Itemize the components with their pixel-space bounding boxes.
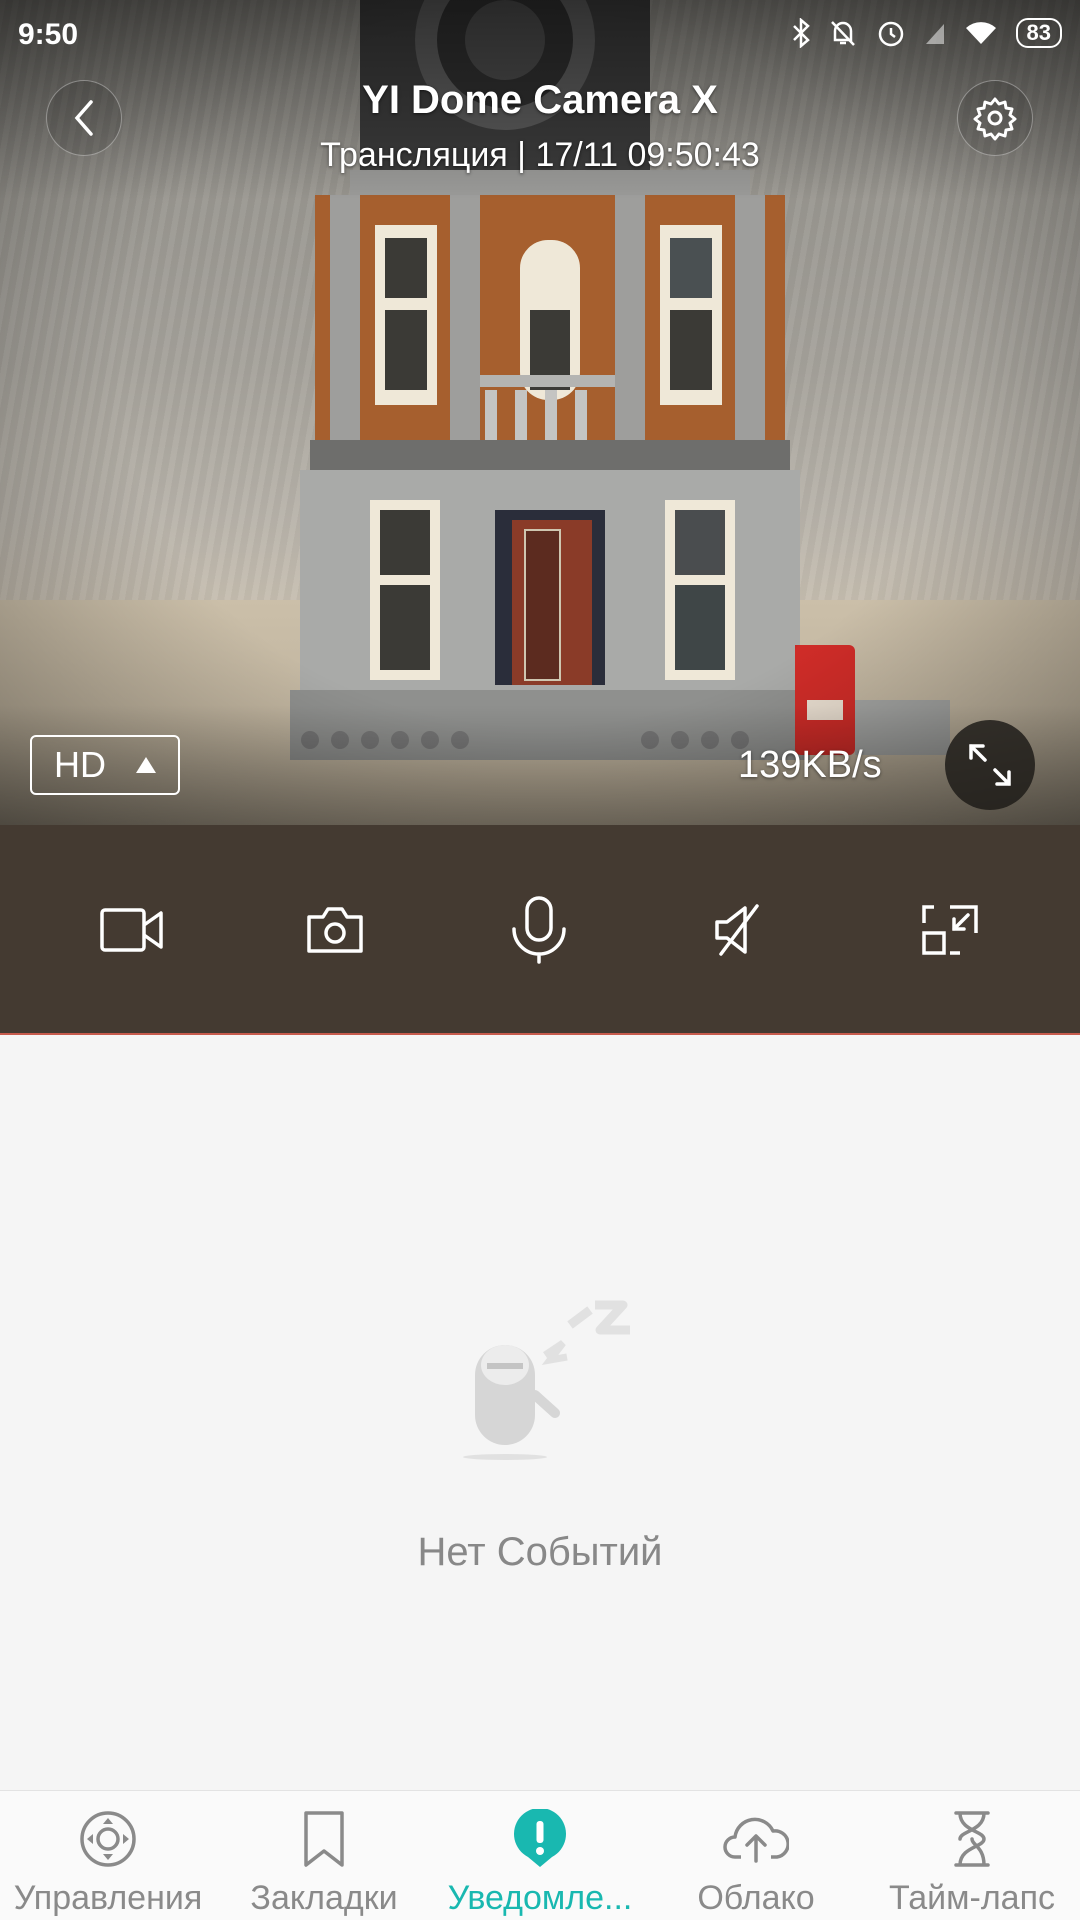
- status-time: 9:50: [18, 18, 79, 51]
- caret-up-icon: [136, 757, 156, 773]
- wifi-icon: [965, 22, 996, 44]
- microphone-icon: [512, 896, 566, 964]
- snapshot-button[interactable]: [290, 885, 380, 975]
- status-icons: 83: [792, 18, 1062, 48]
- nav-item-controls[interactable]: Управления: [0, 1791, 216, 1920]
- sleeping-mascot-icon: [463, 1300, 630, 1460]
- expand-icon: [969, 744, 1011, 786]
- nav-label-cloud: Облако: [697, 1879, 815, 1917]
- nav-item-timelapse[interactable]: Тайм-лапс: [864, 1791, 1080, 1920]
- quality-label: HD: [54, 744, 106, 785]
- nav-label-notifications: Уведомле...: [447, 1879, 633, 1917]
- empty-events-label: Нет Событий: [417, 1530, 663, 1574]
- nav-item-cloud[interactable]: Облако: [648, 1791, 864, 1920]
- bitrate-readout: 139KB/s: [738, 744, 882, 786]
- video-stream[interactable]: 9:50 83 YI Dome Camera X Трансляция | 17…: [0, 0, 1080, 825]
- status-bar: 9:50 83: [0, 0, 1080, 72]
- nav-label-controls: Управления: [13, 1879, 203, 1917]
- nav-item-notifications[interactable]: Уведомле...: [432, 1791, 648, 1920]
- signal-icon: [925, 24, 944, 44]
- minimize-window-icon: [922, 905, 978, 955]
- mute-button[interactable]: [694, 885, 784, 975]
- nav-label-timelapse: Тайм-лапс: [889, 1879, 1055, 1917]
- events-panel: Нет Событий: [0, 1035, 1080, 1790]
- bookmark-icon: [304, 1811, 344, 1867]
- microphone-button[interactable]: [494, 885, 584, 975]
- notifications-off-icon: [830, 21, 855, 46]
- stream-subtitle: Трансляция | 17/11 09:50:43: [320, 136, 760, 174]
- nav-label-bookmarks: Закладки: [250, 1879, 398, 1917]
- quality-selector[interactable]: HD: [30, 735, 180, 795]
- record-video-button[interactable]: [87, 885, 177, 975]
- bottom-navigation: Управления Закладки Уведомле... Облако Т…: [0, 1790, 1080, 1920]
- camera-title: YI Dome Camera X: [362, 78, 718, 122]
- alert-icon: [514, 1809, 566, 1867]
- camera-icon: [307, 907, 363, 953]
- nav-item-bookmarks[interactable]: Закладки: [216, 1791, 432, 1920]
- alarm-icon: [878, 21, 903, 47]
- fullscreen-button[interactable]: [945, 720, 1035, 810]
- gear-icon: [973, 97, 1017, 141]
- battery-indicator: 83: [1015, 18, 1062, 48]
- cloud-upload-icon: [723, 1817, 789, 1863]
- bluetooth-icon: [792, 18, 810, 48]
- pip-button[interactable]: [905, 885, 995, 975]
- video-camera-icon: [100, 908, 163, 952]
- hourglass-icon: [954, 1811, 990, 1867]
- joystick-icon: [80, 1811, 136, 1867]
- settings-button[interactable]: [957, 80, 1033, 156]
- speaker-muted-icon: [715, 904, 759, 956]
- camera-controls: [0, 825, 1080, 1035]
